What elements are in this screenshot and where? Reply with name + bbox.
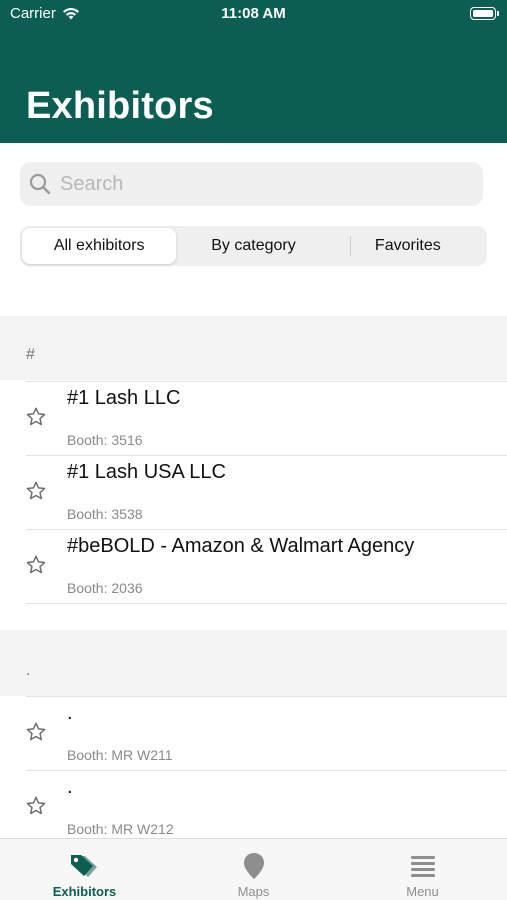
tab-maps[interactable]: Maps xyxy=(169,839,338,900)
segment-all-exhibitors[interactable]: All exhibitors xyxy=(22,228,177,264)
segment-by-category[interactable]: By category xyxy=(176,228,330,264)
section-label: # xyxy=(26,346,35,363)
page-title: Exhibitors xyxy=(26,85,214,127)
star-icon[interactable] xyxy=(25,721,47,743)
tab-menu[interactable]: Menu xyxy=(338,839,507,900)
exhibitor-filter-segmented-control: All exhibitors By category Favorites xyxy=(20,226,487,266)
exhibitor-row[interactable]: #1 Lash USA LLC Booth: 3538 xyxy=(0,455,507,529)
star-icon[interactable] xyxy=(25,480,47,502)
segment-favorites[interactable]: Favorites xyxy=(331,228,485,264)
search-icon xyxy=(29,173,51,195)
app-header: Carrier 11:08 AM Exhibitors xyxy=(0,0,507,143)
search-bar[interactable] xyxy=(20,162,483,206)
exhibitor-name: . xyxy=(67,702,73,724)
exhibitor-booth: Booth: MR W211 xyxy=(67,747,173,763)
exhibitor-booth: Booth: MR W212 xyxy=(67,821,174,837)
segment-label: Favorites xyxy=(374,237,441,254)
tab-bar: Exhibitors Maps Menu xyxy=(0,838,507,900)
tab-label: Exhibitors xyxy=(52,884,117,899)
menu-icon xyxy=(410,856,435,877)
segment-label: By category xyxy=(211,237,296,254)
exhibitor-name: #1 Lash USA LLC xyxy=(67,461,226,483)
section-header: # xyxy=(0,316,507,380)
tab-label: Menu xyxy=(406,884,439,899)
segment-label: All exhibitors xyxy=(53,237,145,254)
star-icon[interactable] xyxy=(25,795,47,817)
exhibitor-row[interactable]: #beBOLD - Amazon & Walmart Agency Booth:… xyxy=(0,529,507,603)
section-header: . xyxy=(0,603,507,696)
exhibitor-booth: Booth: 3538 xyxy=(67,506,143,522)
battery-icon xyxy=(470,7,499,20)
search-input[interactable] xyxy=(60,168,470,200)
segment-divider xyxy=(350,236,351,256)
exhibitor-row[interactable]: . Booth: MR W212 xyxy=(0,770,507,844)
star-icon[interactable] xyxy=(25,554,47,576)
star-icon[interactable] xyxy=(25,406,47,428)
map-pin-icon xyxy=(243,853,264,879)
exhibitor-booth: Booth: 3516 xyxy=(67,432,143,448)
exhibitor-booth: Booth: 2036 xyxy=(67,580,143,596)
tab-label: Maps xyxy=(237,884,270,899)
tab-exhibitors[interactable]: Exhibitors xyxy=(0,839,169,900)
exhibitor-name: #beBOLD - Amazon & Walmart Agency xyxy=(67,535,415,557)
exhibitor-name: . xyxy=(67,776,73,798)
exhibitor-name: #1 Lash LLC xyxy=(67,387,181,409)
tag-icon xyxy=(70,855,97,877)
exhibitor-row[interactable]: #1 Lash LLC Booth: 3516 xyxy=(0,381,507,455)
section-label: . xyxy=(26,662,31,679)
exhibitor-row[interactable]: . Booth: MR W211 xyxy=(0,696,507,770)
status-bar: Carrier 11:08 AM xyxy=(0,0,507,30)
status-time: 11:08 AM xyxy=(221,5,286,22)
